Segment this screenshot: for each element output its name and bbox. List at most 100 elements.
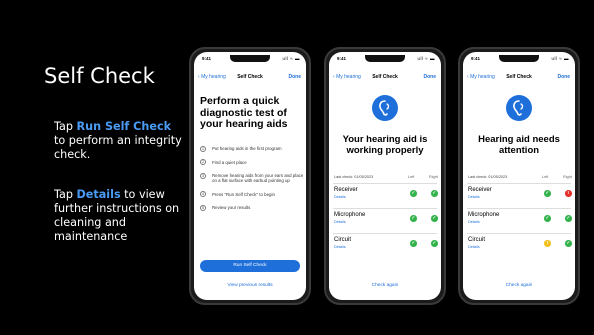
list-item: 1 Put hearing aids in the first program xyxy=(200,145,306,152)
details-link[interactable]: Details xyxy=(468,195,480,199)
notch xyxy=(230,55,270,62)
component-label: Microphone xyxy=(468,212,500,218)
row-divider xyxy=(467,233,571,234)
details-link[interactable]: Details xyxy=(468,220,480,224)
column-right: Right xyxy=(563,175,572,179)
component-label: Receiver xyxy=(334,187,358,193)
last-check-date: Last check: 01/05/2023 xyxy=(334,175,374,179)
check-icon: ✓ xyxy=(410,215,417,222)
status-bar: 9:41 ull ≈ ▬ xyxy=(329,55,441,63)
check-icon: ✓ xyxy=(544,215,551,222)
back-link[interactable]: ‹ My hearing xyxy=(333,74,361,80)
check-icon: ✓ xyxy=(410,190,417,197)
details-link[interactable]: Details xyxy=(334,245,346,249)
column-right: Right xyxy=(429,175,438,179)
component-label: Receiver xyxy=(468,187,492,193)
check-icon: ✓ xyxy=(431,190,438,197)
row-divider xyxy=(467,183,571,184)
column-left: Left xyxy=(408,175,415,179)
check-icon: ✓ xyxy=(431,215,438,222)
phone-intro: 9:41 ull ≈ ▬ ‹ My hearing Self Check Don… xyxy=(189,47,311,305)
details-link[interactable]: Details xyxy=(468,245,480,249)
nav-bar: ‹ My hearing Self Check Done xyxy=(329,74,441,84)
step-number: 4 xyxy=(200,191,206,198)
table-row: Microphone Details ✓ ✓ xyxy=(334,210,438,230)
back-link[interactable]: ‹ My hearing xyxy=(198,74,226,80)
signal-icon: ull ≈ ▬ xyxy=(551,56,569,61)
result-heading: Hearing aid needs attention xyxy=(478,134,560,156)
status-time: 9:41 xyxy=(202,56,212,61)
done-button[interactable]: Done xyxy=(289,74,302,80)
table-row: Circuit Details! ✓ xyxy=(468,235,572,255)
done-button[interactable]: Done xyxy=(424,74,437,80)
instruction-text: Tap xyxy=(54,120,77,133)
check-icon: ✓ xyxy=(431,240,438,247)
back-link[interactable]: ‹ My hearing xyxy=(467,74,495,80)
page-heading: Perform a quick diagnostic test of your … xyxy=(200,95,288,130)
step-text: Remove hearing aids from your ears and p… xyxy=(212,173,304,184)
step-text: Press "Run Self Check" to begin xyxy=(212,191,275,197)
list-item: 4 Press "Run Self Check" to begin xyxy=(200,191,306,198)
row-divider xyxy=(333,208,437,209)
notch xyxy=(499,55,539,62)
phone-result-ok: 9:41 ull ≈ ▬ ‹ My hearing Self Check Don… xyxy=(324,47,446,305)
table-row: Receiver Details ✓ ✓ xyxy=(334,185,438,205)
check-icon: ✓ xyxy=(410,240,417,247)
run-self-check-button[interactable]: Run Self Check xyxy=(200,260,300,272)
check-again-link[interactable]: Check again xyxy=(329,283,441,288)
phone-screen: 9:41 ull ≈ ▬ ‹ My hearing Self Check Don… xyxy=(329,52,441,300)
phone-screen: 9:41 ull ≈ ▬ ‹ My hearing Self Check Don… xyxy=(194,52,306,300)
instruction-details: Tap Details to view further instructions… xyxy=(54,188,184,244)
check-again-link[interactable]: Check again xyxy=(463,283,575,288)
column-left: Left xyxy=(542,175,549,179)
status-time: 9:41 xyxy=(337,56,347,61)
instruction-text: to perform an integrity check. xyxy=(54,134,182,161)
hearing-aid-icon xyxy=(372,95,398,121)
details-link[interactable]: Details xyxy=(334,195,346,199)
step-number: 3 xyxy=(200,172,206,179)
table-row: Circuit Details ✓ ✓ xyxy=(334,235,438,255)
table-row: Microphone Details ✓ ✓ xyxy=(468,210,572,230)
status-time: 9:41 xyxy=(471,56,481,61)
error-icon: ! xyxy=(565,190,572,197)
notch xyxy=(365,55,405,62)
instruction-highlight: Run Self Check xyxy=(76,120,172,133)
row-divider xyxy=(333,233,437,234)
nav-title: Self Check xyxy=(237,74,263,80)
signal-icon: ull ≈ ▬ xyxy=(417,56,435,61)
instruction-highlight: Details xyxy=(76,188,121,201)
nav-title: Self Check xyxy=(372,74,398,80)
last-check-date: Last check: 01/05/2023 xyxy=(468,175,508,179)
row-divider xyxy=(467,208,571,209)
warning-icon: ! xyxy=(544,240,551,247)
back-label: My hearing xyxy=(470,74,495,80)
phone-result-attention: 9:41 ull ≈ ▬ ‹ My hearing Self Check Don… xyxy=(458,47,580,305)
check-icon: ✓ xyxy=(544,190,551,197)
status-bar: 9:41 ull ≈ ▬ xyxy=(463,55,575,63)
phone-screen: 9:41 ull ≈ ▬ ‹ My hearing Self Check Don… xyxy=(463,52,575,300)
step-number: 1 xyxy=(200,145,206,152)
component-label: Circuit xyxy=(334,237,352,243)
list-item: 3 Remove hearing aids from your ears and … xyxy=(200,172,306,184)
list-item: 5 Review your results xyxy=(200,204,306,211)
back-label: My hearing xyxy=(336,74,361,80)
result-heading: Your hearing aid is working properly xyxy=(342,134,428,156)
step-text: Find a quiet place xyxy=(212,159,247,165)
nav-bar: ‹ My hearing Self Check Done xyxy=(463,74,575,84)
check-icon: ✓ xyxy=(565,215,572,222)
details-link[interactable]: Details xyxy=(334,220,346,224)
check-icon: ✓ xyxy=(565,240,572,247)
signal-icon: ull ≈ ▬ xyxy=(282,56,300,61)
view-previous-results-link[interactable]: View previous results xyxy=(194,283,306,288)
instruction-text: Tap xyxy=(54,188,77,201)
step-number: 5 xyxy=(200,204,206,211)
done-button[interactable]: Done xyxy=(558,74,571,80)
list-item: 2 Find a quiet place xyxy=(200,159,306,165)
back-label: My hearing xyxy=(201,74,226,80)
component-label: Microphone xyxy=(334,212,366,218)
table-row: Receiver Details ✓! xyxy=(468,185,572,205)
step-text: Put hearing aids in the first program xyxy=(212,146,282,151)
step-text: Review your results xyxy=(212,205,251,211)
component-label: Circuit xyxy=(468,237,486,243)
step-list: 1 Put hearing aids in the first program 2… xyxy=(200,145,306,219)
